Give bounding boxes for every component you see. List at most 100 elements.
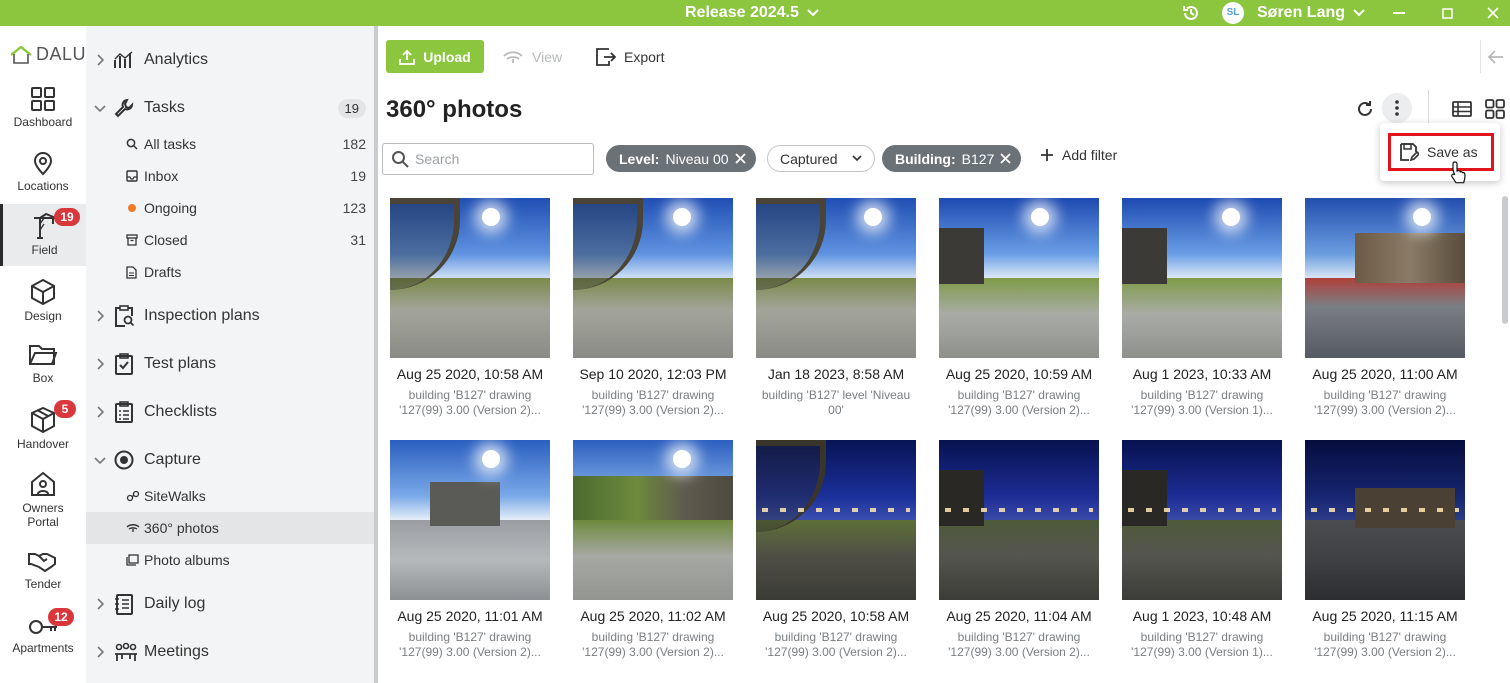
photo-tile[interactable]: Aug 25 2020, 11:01 AM building 'B127' dra…	[390, 440, 550, 660]
export-button[interactable]: Export	[596, 40, 664, 73]
nav-item-360-photos[interactable]: 360° photos	[86, 512, 374, 544]
nav-item-drafts[interactable]: Drafts	[86, 256, 374, 288]
filter-chip-captured[interactable]: Captured	[767, 145, 875, 172]
ongoing-status-dot	[128, 204, 136, 212]
nav-group-checklists[interactable]: Checklists	[86, 392, 374, 432]
filter-chip-level[interactable]: Level: Niveau 00	[606, 145, 756, 172]
rail-item-tender[interactable]: Tender	[0, 542, 86, 604]
search-icon	[126, 138, 138, 150]
page-title: 360° photos	[386, 96, 523, 123]
nav-label: Tasks	[144, 99, 185, 116]
photo-thumbnail[interactable]	[390, 198, 550, 358]
photo-thumbnail[interactable]	[573, 198, 733, 358]
nav-group-inspection-plans[interactable]: Inspection plans	[86, 296, 374, 336]
close-icon[interactable]	[1000, 153, 1011, 164]
photo-location-line2: '127(99) 3.00 (Version 2)...	[582, 403, 724, 417]
maximize-button[interactable]	[1432, 0, 1462, 26]
filter-value: B127	[961, 150, 995, 167]
view-button[interactable]: View	[502, 40, 562, 73]
collapse-panel-button[interactable]	[1480, 40, 1510, 73]
rail-item-owners-portal[interactable]: Owners Portal	[0, 464, 86, 540]
search-input[interactable]	[415, 151, 585, 167]
photo-tile[interactable]: Aug 25 2020, 10:59 AM building 'B127' dra…	[939, 198, 1099, 418]
upload-button[interactable]: Upload	[386, 40, 484, 73]
photo-tile[interactable]: Aug 25 2020, 11:15 AM building 'B127' dra…	[1305, 440, 1465, 660]
photo-thumbnail[interactable]	[1305, 440, 1465, 600]
photo-tile[interactable]: Aug 1 2023, 10:33 AM building 'B127' draw…	[1122, 198, 1282, 418]
photo-thumbnail[interactable]	[939, 198, 1099, 358]
photo-tile[interactable]: Sep 10 2020, 12:03 PM building 'B127' dra…	[573, 198, 733, 418]
nav-label: Daily log	[144, 595, 206, 612]
photo-tile[interactable]: Aug 1 2023, 10:48 AM building 'B127' draw…	[1122, 440, 1282, 660]
plus-icon	[1041, 149, 1053, 161]
user-menu[interactable]: Søren Lang	[1257, 4, 1365, 22]
photo-location-line2: '127(99) 3.00 (Version 2)...	[582, 645, 724, 659]
refresh-icon[interactable]	[1355, 99, 1375, 119]
photo-date: Jan 18 2023, 8:58 AM	[767, 366, 905, 382]
nav-item-sitewalks[interactable]: SiteWalks	[86, 480, 374, 512]
rail-item-handover[interactable]: Handover 5	[0, 400, 86, 462]
rail-item-dashboard[interactable]: Dashboard	[0, 80, 86, 142]
photo-tile[interactable]: Aug 25 2020, 11:00 AM building 'B127' dra…	[1305, 198, 1465, 418]
add-filter-button[interactable]: Add filter	[1040, 147, 1117, 163]
document-icon	[126, 265, 137, 279]
search-box[interactable]	[382, 143, 594, 175]
thumbnail-ground	[756, 278, 916, 358]
history-icon[interactable]	[1181, 3, 1201, 23]
rail-item-apartments[interactable]: Apartments 12	[0, 606, 86, 668]
export-icon	[596, 47, 616, 66]
close-button[interactable]	[1478, 0, 1508, 26]
house-logo-icon	[10, 45, 32, 64]
rail-item-field[interactable]: Field 19	[0, 204, 86, 266]
photo-thumbnail[interactable]	[1122, 198, 1282, 358]
photo-tile[interactable]: Aug 25 2020, 11:02 AM building 'B127' dra…	[573, 440, 733, 660]
nav-item-inbox[interactable]: Inbox 19	[86, 160, 374, 192]
thumbnail-ground	[390, 278, 550, 358]
close-icon[interactable]	[734, 153, 746, 164]
nav-group-daily-log[interactable]: Daily log	[86, 584, 374, 624]
kebab-menu-icon	[1395, 100, 1399, 116]
scrollbar-thumb[interactable]	[1502, 196, 1508, 324]
inbox-icon	[126, 170, 138, 182]
photo-thumbnail[interactable]	[1122, 440, 1282, 600]
photo-thumbnail[interactable]	[1305, 198, 1465, 358]
nav-group-tasks[interactable]: Tasks 19	[86, 88, 374, 128]
photo-thumbnail[interactable]	[756, 440, 916, 600]
photo-thumbnail[interactable]	[390, 440, 550, 600]
list-view-icon[interactable]	[1452, 100, 1472, 118]
save-as-menu-item[interactable]: Save as	[1388, 133, 1494, 171]
photo-tile[interactable]: Aug 25 2020, 10:58 AM building 'B127' dra…	[756, 440, 916, 660]
photo-thumbnail[interactable]	[939, 440, 1099, 600]
nav-item-photo-albums[interactable]: Photo albums	[86, 544, 374, 576]
rail-item-locations[interactable]: Locations	[0, 144, 86, 206]
nav-item-all-tasks[interactable]: All tasks 182	[86, 128, 374, 160]
tasks-count: 19	[337, 98, 366, 118]
nav-group-meetings[interactable]: Meetings	[86, 632, 374, 672]
filter-chip-building[interactable]: Building: B127	[882, 145, 1022, 172]
dashboard-icon	[31, 87, 55, 111]
nav-group-capture[interactable]: Capture	[86, 440, 374, 480]
thumbnail-ground	[1305, 278, 1465, 358]
photo-location-line1: building 'B127' drawing	[1323, 630, 1447, 644]
photo-tile[interactable]: Aug 25 2020, 10:58 AM building 'B127' dra…	[390, 198, 550, 418]
thumbnail-sun	[1413, 208, 1431, 226]
photo-tile[interactable]: Aug 25 2020, 11:04 AM building 'B127' dra…	[939, 440, 1099, 660]
more-options-button[interactable]	[1382, 93, 1412, 123]
photo-tile[interactable]: Jan 18 2023, 8:58 AM building 'B127' leve…	[756, 198, 916, 418]
photo-thumbnail[interactable]	[573, 440, 733, 600]
archive-icon	[126, 234, 138, 246]
nav-item-count: 31	[350, 232, 366, 248]
chevron-right-icon	[96, 54, 104, 66]
avatar[interactable]: SL	[1222, 2, 1244, 24]
rail-item-box[interactable]: Box	[0, 336, 86, 398]
rail-item-design[interactable]: Design	[0, 272, 86, 334]
photo-location-line1: building 'B127' drawing	[591, 630, 715, 644]
release-selector[interactable]: Release 2024.5	[685, 4, 819, 22]
grid-view-icon[interactable]	[1485, 99, 1505, 119]
nav-group-analytics[interactable]: Analytics	[86, 40, 374, 80]
nav-group-test-plans[interactable]: Test plans	[86, 344, 374, 384]
minimize-button[interactable]	[1384, 0, 1414, 26]
nav-item-closed[interactable]: Closed 31	[86, 224, 374, 256]
photo-thumbnail[interactable]	[756, 198, 916, 358]
nav-item-ongoing[interactable]: Ongoing 123	[86, 192, 374, 224]
